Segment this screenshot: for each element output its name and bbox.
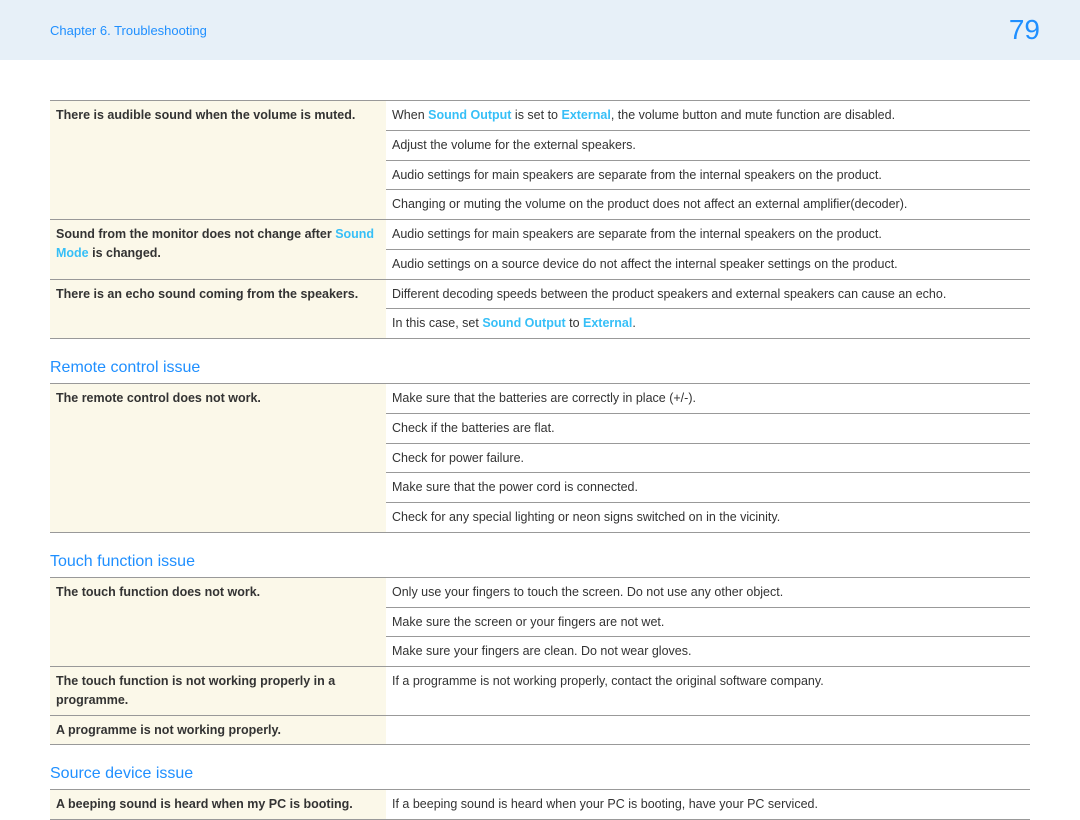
section-heading-source: Source device issue (50, 765, 1030, 783)
issue-cell: A programme is not working properly. (50, 715, 386, 745)
section-heading-touch: Touch function issue (50, 553, 1030, 571)
table-row: The remote control does not work. Make su… (50, 384, 1030, 414)
answer-cell: Make sure that the batteries are correct… (386, 384, 1030, 414)
issue-cell: There is audible sound when the volume i… (50, 101, 386, 220)
link-text[interactable]: External (583, 316, 632, 330)
answer-text: Audio settings for main speakers are sep… (392, 227, 882, 241)
answer-text: Make sure your fingers are clean. Do not… (392, 644, 691, 658)
answer-text: In this case, set (392, 316, 482, 330)
issue-text: There is audible sound when the volume i… (56, 108, 355, 122)
table-row: There is an echo sound coming from the s… (50, 279, 1030, 309)
answer-text: Make sure the screen or your fingers are… (392, 615, 664, 629)
answer-cell: Make sure the screen or your fingers are… (386, 607, 1030, 637)
issue-table-source: A beeping sound is heard when my PC is b… (50, 789, 1030, 820)
issue-cell: The remote control does not work. (50, 384, 386, 533)
answer-text: If a beeping sound is heard when your PC… (392, 797, 818, 811)
table-row: There is audible sound when the volume i… (50, 101, 1030, 131)
answer-cell: Adjust the volume for the external speak… (386, 130, 1030, 160)
answer-cell: Check if the batteries are flat. (386, 413, 1030, 443)
issue-table-audio: There is audible sound when the volume i… (50, 100, 1030, 339)
issue-text: A beeping sound is heard when my PC is b… (56, 797, 353, 811)
answer-text: Make sure that the power cord is connect… (392, 480, 638, 494)
answer-text: Make sure that the batteries are correct… (392, 391, 696, 405)
issue-text: The touch function does not work. (56, 585, 260, 599)
issue-text: is changed. (89, 246, 161, 260)
answer-text: to (566, 316, 583, 330)
link-text[interactable]: Sound Output (428, 108, 511, 122)
answer-text: Audio settings on a source device do not… (392, 257, 898, 271)
issue-text: There is an echo sound coming from the s… (56, 287, 358, 301)
table-row: The touch function does not work. Only us… (50, 577, 1030, 607)
answer-text: When (392, 108, 428, 122)
answer-text: Check for any special lighting or neon s… (392, 510, 780, 524)
issue-cell: The touch function does not work. (50, 577, 386, 666)
answer-cell (386, 715, 1030, 745)
answer-text: is set to (511, 108, 561, 122)
answer-cell: Make sure your fingers are clean. Do not… (386, 637, 1030, 667)
answer-text: Changing or muting the volume on the pro… (392, 197, 907, 211)
answer-cell: Audio settings for main speakers are sep… (386, 220, 1030, 250)
table-row: A beeping sound is heard when my PC is b… (50, 790, 1030, 820)
answer-cell: Audio settings on a source device do not… (386, 249, 1030, 279)
answer-text: Only use your fingers to touch the scree… (392, 585, 783, 599)
answer-cell: Changing or muting the volume on the pro… (386, 190, 1030, 220)
table-row: A programme is not working properly. (50, 715, 1030, 745)
link-text[interactable]: External (561, 108, 610, 122)
issue-cell: Sound from the monitor does not change a… (50, 220, 386, 280)
answer-cell: Check for power failure. (386, 443, 1030, 473)
answer-cell: If a beeping sound is heard when your PC… (386, 790, 1030, 820)
issue-cell: The touch function is not working proper… (50, 667, 386, 716)
answer-cell: In this case, set Sound Output to Extern… (386, 309, 1030, 339)
answer-text: . (632, 316, 635, 330)
link-text[interactable]: Sound Output (482, 316, 565, 330)
issue-text: Sound from the monitor does not change a… (56, 227, 335, 241)
answer-cell: Only use your fingers to touch the scree… (386, 577, 1030, 607)
table-row: The touch function is not working proper… (50, 667, 1030, 716)
issue-text: The touch function is not working proper… (56, 674, 335, 707)
page-number: 79 (1009, 14, 1040, 46)
answer-text: If a programme is not working properly, … (392, 674, 824, 688)
answer-cell: Audio settings for main speakers are sep… (386, 160, 1030, 190)
answer-text: , the volume button and mute function ar… (611, 108, 895, 122)
answer-cell: When Sound Output is set to External, th… (386, 101, 1030, 131)
chapter-title[interactable]: Chapter 6. Troubleshooting (50, 23, 207, 38)
answer-text: Adjust the volume for the external speak… (392, 138, 636, 152)
issue-table-remote: The remote control does not work. Make su… (50, 383, 1030, 533)
issue-table-touch: The touch function does not work. Only us… (50, 577, 1030, 746)
answer-cell: Check for any special lighting or neon s… (386, 503, 1030, 533)
issue-text: The remote control does not work. (56, 391, 261, 405)
page-content: There is audible sound when the volume i… (0, 60, 1080, 820)
issue-cell: There is an echo sound coming from the s… (50, 279, 386, 339)
answer-text: Check for power failure. (392, 451, 524, 465)
answer-cell: Different decoding speeds between the pr… (386, 279, 1030, 309)
answer-text: Different decoding speeds between the pr… (392, 287, 946, 301)
section-heading-remote: Remote control issue (50, 359, 1030, 377)
answer-text: Check if the batteries are flat. (392, 421, 555, 435)
answer-cell: If a programme is not working properly, … (386, 667, 1030, 716)
answer-text: Audio settings for main speakers are sep… (392, 168, 882, 182)
issue-text: A programme is not working properly. (56, 723, 281, 737)
table-row: Sound from the monitor does not change a… (50, 220, 1030, 250)
header-bar: Chapter 6. Troubleshooting 79 (0, 0, 1080, 60)
answer-cell: Make sure that the power cord is connect… (386, 473, 1030, 503)
issue-cell: A beeping sound is heard when my PC is b… (50, 790, 386, 820)
